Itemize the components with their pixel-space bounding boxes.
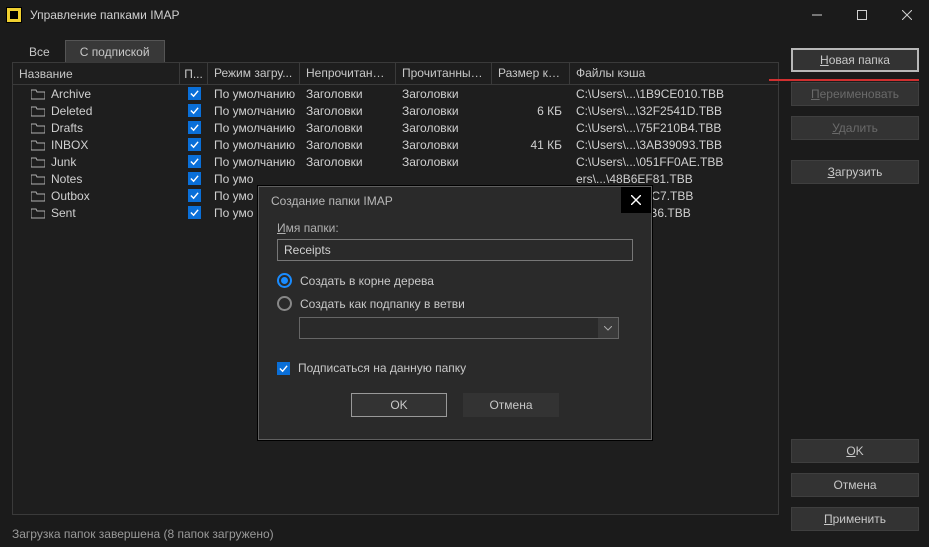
folder-icon (31, 157, 45, 167)
cell-unread: Заголовки (300, 138, 396, 152)
subscribe-checkbox[interactable] (188, 206, 201, 219)
cell-read: Заголовки (396, 104, 492, 118)
folder-icon (31, 123, 45, 133)
subscribe-checkbox[interactable] (188, 138, 201, 151)
delete-button[interactable]: Удалить (791, 116, 919, 140)
table-row[interactable]: ArchiveПо умолчаниюЗаголовкиЗаголовкиC:\… (13, 85, 778, 102)
cell-read: Заголовки (396, 138, 492, 152)
cell-unread: Заголовки (300, 87, 396, 101)
folder-name: Notes (51, 172, 82, 186)
dialog-close-button[interactable] (621, 187, 651, 213)
table-header: Название П... Режим загру... Непрочитанн… (13, 63, 778, 85)
folder-icon (31, 208, 45, 218)
cell-files: C:\Users\...\051FF0AE.TBB (570, 155, 752, 169)
dialog-cancel-button[interactable]: Отмена (463, 393, 559, 417)
statusbar: Загрузка папок завершена (8 папок загруж… (0, 523, 929, 547)
create-folder-dialog: Создание папки IMAP Имя папки: Создать в… (258, 186, 652, 440)
table-row[interactable]: DeletedПо умолчаниюЗаголовкиЗаголовки6 К… (13, 102, 778, 119)
col-mode[interactable]: Режим загру... (208, 63, 300, 84)
subscribe-checkbox[interactable] (188, 121, 201, 134)
new-folder-button[interactable]: Новая папка (791, 48, 919, 72)
col-cache[interactable]: Размер кэша (492, 63, 570, 84)
checkbox-icon (277, 362, 290, 375)
folder-icon (31, 174, 45, 184)
parent-folder-combo[interactable] (299, 317, 619, 339)
cell-unread: Заголовки (300, 121, 396, 135)
radio-create-root[interactable]: Создать в корне дерева (277, 273, 633, 288)
subscribe-checkbox[interactable] (188, 189, 201, 202)
col-name[interactable]: Название (13, 63, 180, 84)
folder-name-input[interactable] (277, 239, 633, 261)
folder-name: Drafts (51, 121, 83, 135)
folder-name: Outbox (51, 189, 90, 203)
cell-files: C:\Users\...\75F210B4.TBB (570, 121, 752, 135)
tab-subscribed[interactable]: С подпиской (65, 40, 165, 64)
folder-icon (31, 191, 45, 201)
window-close-button[interactable] (884, 0, 929, 30)
subscribe-checkbox[interactable] (188, 172, 201, 185)
titlebar: Управление папками IMAP (0, 0, 929, 30)
ok-button[interactable]: OK (791, 439, 919, 463)
subscribe-checkbox-row[interactable]: Подписаться на данную папку (277, 361, 633, 375)
table-row[interactable]: JunkПо умолчаниюЗаголовкиЗаголовкиC:\Use… (13, 153, 778, 170)
table-row[interactable]: INBOXПо умолчаниюЗаголовкиЗаголовки41 КБ… (13, 136, 778, 153)
folder-name: Deleted (51, 104, 92, 118)
app-icon (6, 7, 22, 23)
subscribe-checkbox[interactable] (188, 104, 201, 117)
right-bottom-buttons: OK Отмена Применить (791, 439, 919, 531)
table-row[interactable]: DraftsПо умолчаниюЗаголовкиЗаголовкиC:\U… (13, 119, 778, 136)
cell-mode: По умолчанию (208, 104, 300, 118)
dialog-ok-button[interactable]: OK (351, 393, 447, 417)
tab-all[interactable]: Все (14, 40, 65, 64)
subscribe-label: Подписаться на данную папку (298, 361, 466, 375)
cell-unread: Заголовки (300, 155, 396, 169)
cell-read: Заголовки (396, 121, 492, 135)
cell-mode: По умолчанию (208, 155, 300, 169)
highlight-underline (769, 79, 919, 81)
cell-files: C:\Users\...\1B9CE010.TBB (570, 87, 752, 101)
subscribe-checkbox[interactable] (188, 87, 201, 100)
cell-files: C:\Users\...\32F2541D.TBB (570, 104, 752, 118)
cell-read: Заголовки (396, 87, 492, 101)
subscribe-checkbox[interactable] (188, 155, 201, 168)
window-maximize-button[interactable] (839, 0, 884, 30)
col-read[interactable]: Прочитанные ... (396, 63, 492, 84)
right-panel: Новая папка Переименовать Удалить Загруз… (791, 48, 919, 184)
cell-unread: Заголовки (300, 104, 396, 118)
cell-mode: По умолчанию (208, 121, 300, 135)
reload-button[interactable]: Загрузить (791, 160, 919, 184)
radio-create-root-label: Создать в корне дерева (300, 274, 434, 288)
cell-read: Заголовки (396, 155, 492, 169)
folder-name: Junk (51, 155, 76, 169)
cell-cache: 6 КБ (492, 104, 570, 118)
cell-files: C:\Users\...\3AB39093.TBB (570, 138, 752, 152)
dialog-title: Создание папки IMAP (259, 187, 651, 215)
radio-icon (277, 273, 292, 288)
folder-icon (31, 89, 45, 99)
col-subscribed[interactable]: П... (180, 63, 208, 84)
window-minimize-button[interactable] (794, 0, 839, 30)
radio-icon (277, 296, 292, 311)
folder-name-label: Имя папки: (277, 221, 633, 235)
cell-mode: По умолчанию (208, 87, 300, 101)
folder-name: Archive (51, 87, 91, 101)
cell-files: ers\...\48B6EF81.TBB (570, 172, 752, 186)
cancel-button[interactable]: Отмена (791, 473, 919, 497)
table-row[interactable]: Notes По умо ers\...\48B6EF81.TBB (13, 170, 778, 187)
cell-mode: По умолчанию (208, 138, 300, 152)
rename-button[interactable]: Переименовать (791, 82, 919, 106)
radio-create-subfolder-label: Создать как подпапку в ветви (300, 297, 465, 311)
cell-cache: 41 КБ (492, 138, 570, 152)
folder-icon (31, 140, 45, 150)
col-files[interactable]: Файлы кэша (570, 63, 752, 84)
folder-name: Sent (51, 206, 76, 220)
window-title: Управление папками IMAP (30, 8, 794, 22)
folder-icon (31, 106, 45, 116)
cell-mode: По умо (208, 172, 300, 186)
col-unread[interactable]: Непрочитанны... (300, 63, 396, 84)
chevron-down-icon (598, 318, 618, 338)
radio-create-subfolder[interactable]: Создать как подпапку в ветви (277, 296, 633, 311)
folder-name: INBOX (51, 138, 88, 152)
